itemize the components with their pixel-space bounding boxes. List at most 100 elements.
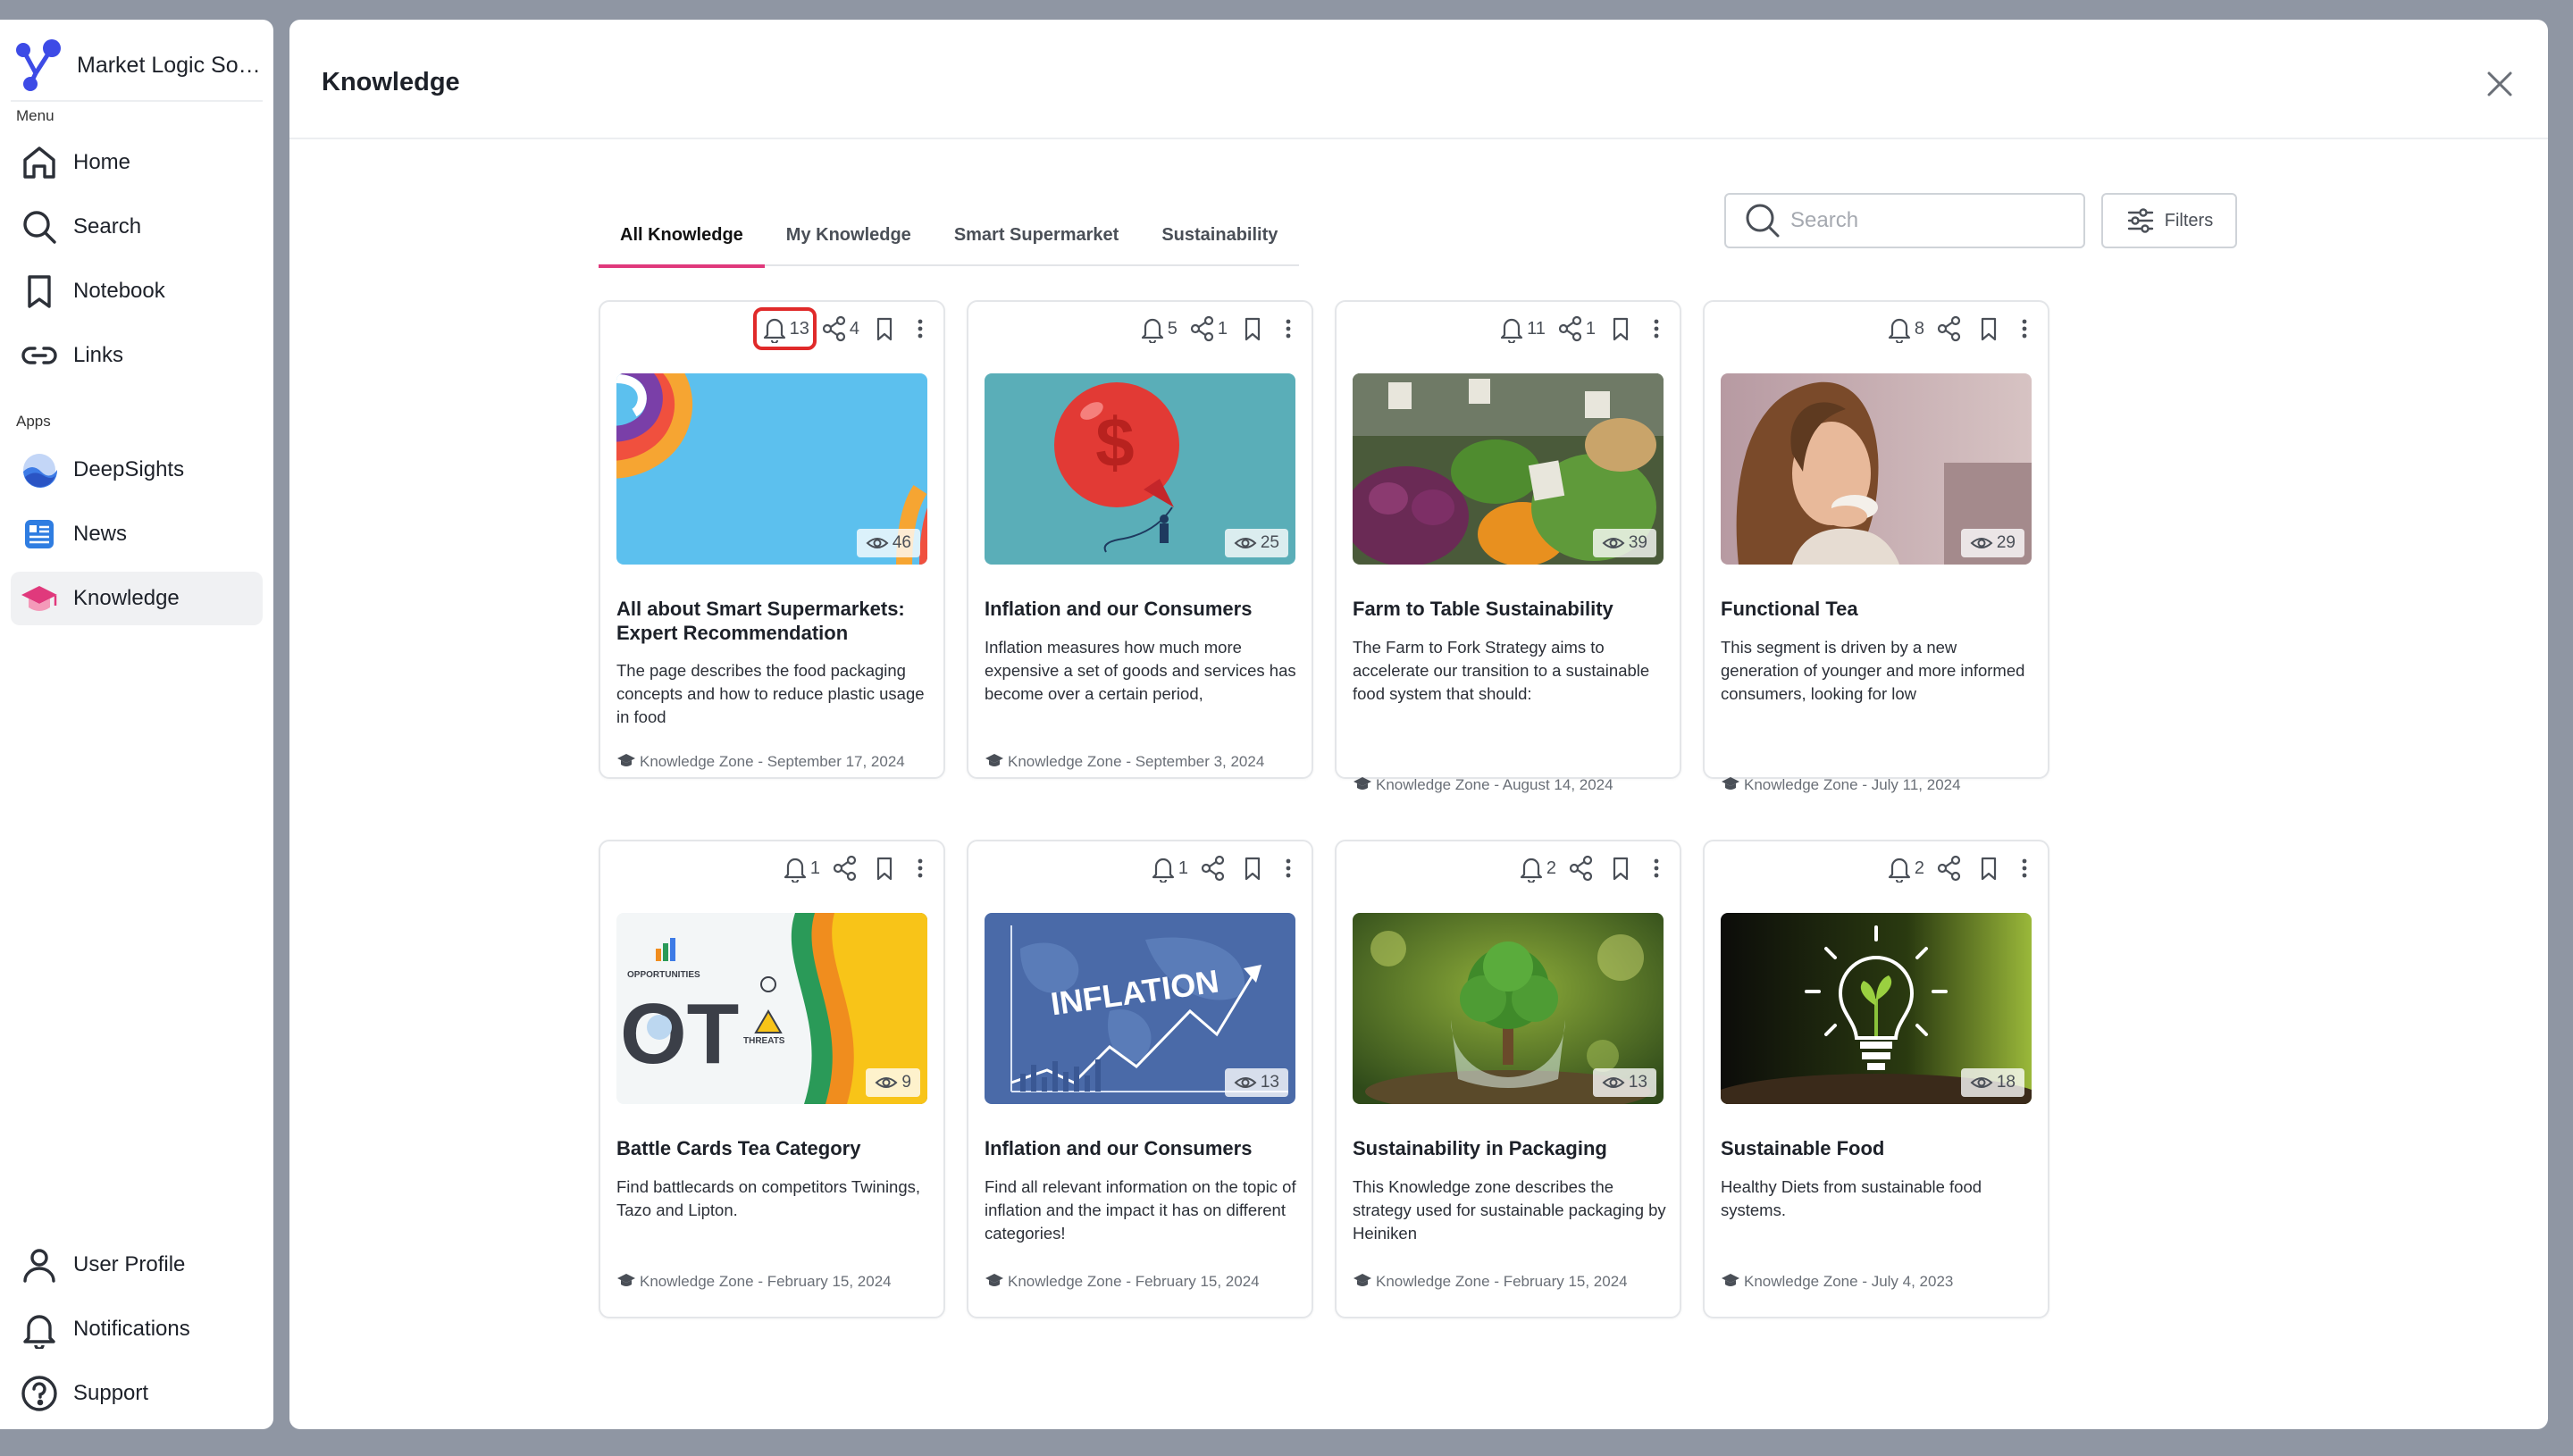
close-icon[interactable]: [2482, 66, 2518, 102]
knowledge-card[interactable]: 2 18 Sustainable Food Healthy Diets from…: [1703, 840, 2049, 1318]
tab-all-knowledge[interactable]: All Knowledge: [599, 204, 765, 268]
sidebar-item-support[interactable]: Support: [11, 1367, 263, 1420]
bookmark-action[interactable]: [1606, 854, 1635, 883]
notifications-action[interactable]: 8: [1885, 314, 1924, 343]
card-meta: Knowledge Zone - July 4, 2023: [1721, 1270, 2035, 1293]
more-options-action[interactable]: [1646, 314, 1667, 343]
sidebar-item-search[interactable]: Search: [11, 200, 263, 254]
card-title: Sustainable Food: [1721, 1137, 1885, 1159]
card-thumbnail: 29: [1721, 373, 2032, 565]
sidebar-item-notebook[interactable]: Notebook: [11, 264, 263, 318]
notifications-action[interactable]: 11: [1497, 314, 1546, 343]
bookmark-action[interactable]: [1238, 314, 1267, 343]
bell-icon: [1501, 318, 1523, 343]
bookmark-action[interactable]: [1974, 854, 2003, 883]
bookmark-action[interactable]: [1974, 314, 2003, 343]
graduation-cap-icon: [617, 1274, 635, 1286]
card-description: This segment is driven by a new generati…: [1721, 638, 2025, 703]
share-action[interactable]: [1935, 314, 1964, 343]
share-action[interactable]: [831, 854, 859, 883]
card-title: Sustainability in Packaging: [1353, 1137, 1607, 1159]
card-meta: Knowledge Zone - February 15, 2024: [1353, 1270, 1667, 1293]
more-options-action[interactable]: [1646, 854, 1667, 883]
views-badge: 46: [856, 529, 920, 557]
knowledge-card[interactable]: 2 13 Sustainability in Packaging This Kn…: [1335, 840, 1681, 1318]
bell-icon: [1141, 318, 1163, 343]
more-options-action[interactable]: [1278, 854, 1299, 883]
sidebar-item-links[interactable]: Links: [11, 329, 263, 382]
more-options-action[interactable]: [2014, 854, 2035, 883]
graduation-cap-icon: [985, 754, 1003, 766]
knowledge-card[interactable]: 11 1 39 Farm to Table Sustainability The…: [1335, 300, 1681, 793]
eye-icon: [1602, 538, 1625, 548]
knowledge-card[interactable]: 8 29 Functional Tea This segment is driv…: [1703, 300, 2049, 793]
tab-smart-supermarket[interactable]: Smart Supermarket: [933, 204, 1141, 266]
notifications-action[interactable]: 13: [752, 307, 817, 350]
svg-text:THREATS: THREATS: [743, 1036, 785, 1046]
filters-button[interactable]: Filters: [2101, 193, 2237, 248]
knowledge-card[interactable]: 13 4 46 All about Smart Supermarkets: Ex…: [599, 300, 945, 779]
sidebar-item-home[interactable]: Home: [11, 136, 263, 189]
card-meta: Knowledge Zone - September 3, 2024: [985, 750, 1299, 773]
sidebar-item-label: Notifications: [73, 1317, 190, 1341]
share-action[interactable]: [1567, 854, 1596, 883]
card-title: Battle Cards Tea Category: [616, 1137, 861, 1159]
card-thumbnail: 13: [1353, 913, 1664, 1104]
notifications-action[interactable]: 1: [1149, 854, 1188, 883]
card-actions: 8: [1874, 311, 2035, 347]
more-options-action[interactable]: [909, 854, 931, 883]
sidebar-item-label: Support: [73, 1381, 149, 1405]
share-action[interactable]: 1: [1556, 314, 1596, 343]
card-actions: 1: [1138, 850, 1299, 886]
sidebar-item-user-profile[interactable]: User Profile: [11, 1238, 263, 1292]
sidebar-item-notifications[interactable]: Notifications: [11, 1302, 263, 1356]
more-options-action[interactable]: [909, 314, 931, 343]
sidebar-item-knowledge[interactable]: Knowledge: [11, 572, 263, 625]
search-input[interactable]: [1790, 208, 2058, 233]
more-vertical-icon: [1286, 858, 1291, 878]
share-action[interactable]: [1935, 854, 1964, 883]
sidebar-item-news[interactable]: News: [11, 507, 263, 561]
knowledge-card[interactable]: 1 OT OPPORTUNITIES THREATS 9 Battle Card…: [599, 840, 945, 1318]
brand[interactable]: Market Logic Sof...: [11, 30, 263, 102]
bookmark-action[interactable]: [870, 314, 899, 343]
more-options-action[interactable]: [2014, 314, 2035, 343]
knowledge-icon: [18, 577, 61, 620]
news-icon: [18, 513, 61, 556]
knowledge-card[interactable]: 1 INFLATION 13 Inflation and our Consume…: [967, 840, 1313, 1318]
card-actions: 5 1: [1127, 311, 1299, 347]
views-badge: 18: [1960, 1068, 2024, 1097]
more-options-action[interactable]: [1278, 314, 1299, 343]
sidebar-item-deepsights[interactable]: DeepSights: [11, 443, 263, 497]
svg-text:OPPORTUNITIES: OPPORTUNITIES: [627, 970, 700, 980]
notifications-action[interactable]: 2: [1517, 854, 1556, 883]
views-badge: 25: [1224, 529, 1288, 557]
bookmark-action[interactable]: [1606, 314, 1635, 343]
deepsights-icon: [18, 448, 61, 491]
views-badge: 13: [1592, 1068, 1656, 1097]
card-title: Inflation and our Consumers: [985, 598, 1253, 620]
bookmark-action[interactable]: [870, 854, 899, 883]
bookmark-icon: [1245, 857, 1261, 881]
views-badge: 29: [1960, 529, 2024, 557]
share-action[interactable]: 4: [820, 314, 859, 343]
eye-icon: [1602, 1077, 1625, 1088]
share-action[interactable]: 1: [1188, 314, 1228, 343]
search-box: [1724, 193, 2085, 248]
share-action[interactable]: [1199, 854, 1228, 883]
tab-my-knowledge[interactable]: My Knowledge: [765, 204, 933, 266]
more-vertical-icon: [918, 858, 923, 878]
bookmark-action[interactable]: [1238, 854, 1267, 883]
knowledge-card[interactable]: 5 1 $ 25 Inflation and our Consumers Inf…: [967, 300, 1313, 779]
card-actions: 2: [1874, 850, 2035, 886]
notifications-action[interactable]: 5: [1138, 314, 1178, 343]
user-icon: [18, 1243, 61, 1286]
card-thumbnail: OT OPPORTUNITIES THREATS 9: [616, 913, 927, 1104]
tab-sustainability[interactable]: Sustainability: [1140, 204, 1299, 266]
notifications-action[interactable]: 1: [781, 854, 820, 883]
notifications-action[interactable]: 2: [1885, 854, 1924, 883]
bookmark-icon: [1613, 317, 1629, 341]
share-icon: [1937, 315, 1961, 342]
share-icon: [1558, 315, 1581, 342]
more-vertical-icon: [1286, 319, 1291, 339]
